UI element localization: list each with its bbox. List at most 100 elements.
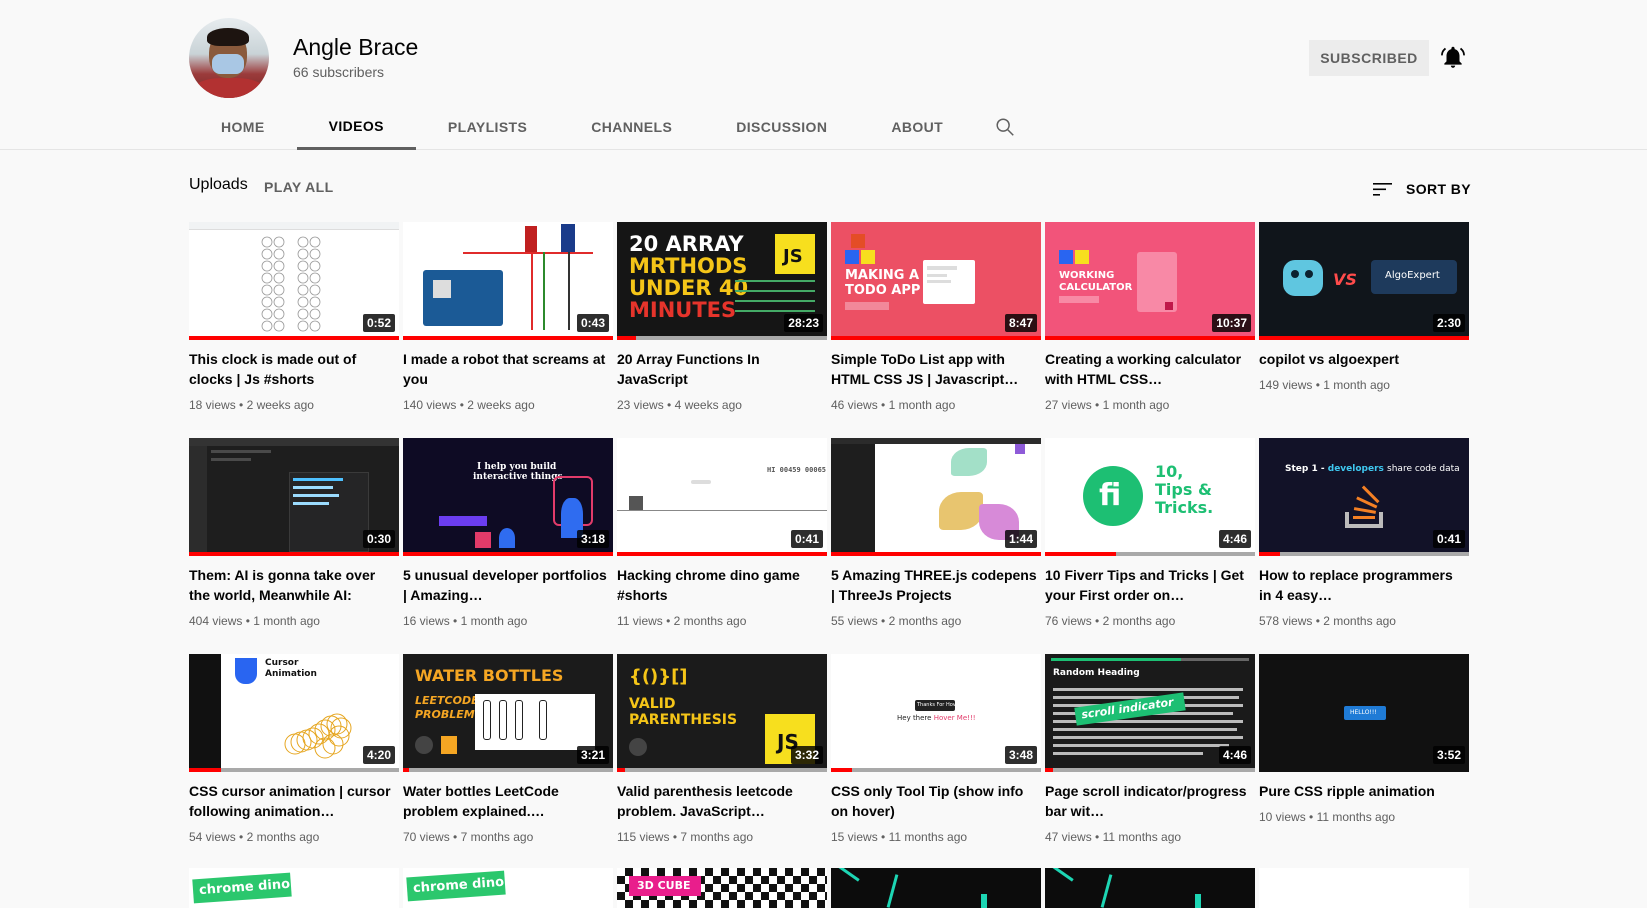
- video-duration: 3:32: [790, 746, 823, 764]
- video-meta: 10 views • 11 months ago: [1259, 810, 1396, 824]
- video-thumbnail[interactable]: [1259, 868, 1469, 908]
- video-thumbnail[interactable]: chrome dino: [403, 868, 613, 908]
- subscribed-button[interactable]: SUBSCRIBED: [1309, 40, 1429, 76]
- video-meta: 16 views • 1 month ago: [403, 614, 528, 628]
- video-thumbnail[interactable]: HI 00459 00065 0:41: [617, 438, 827, 556]
- video-card[interactable]: 20 ARRAY MRTHODS UNDER 40 MINUTES JS 28:…: [617, 222, 827, 428]
- video-duration: 3:18: [576, 530, 609, 548]
- video-card[interactable]: 1:44 5 Amazing THREE.js codepens | Three…: [831, 438, 1041, 644]
- video-card[interactable]: WORKING CALCULATOR 10:37 Creating a work…: [1045, 222, 1255, 428]
- tab-discussion[interactable]: DISCUSSION: [704, 104, 859, 150]
- video-title[interactable]: Them: AI is gonna take over the world, M…: [189, 565, 399, 605]
- notification-bell-icon[interactable]: [1440, 44, 1466, 70]
- video-thumbnail[interactable]: Cursor Animation 4:20: [189, 654, 399, 772]
- video-card[interactable]: Random Heading scroll indicator 4:46 Pag…: [1045, 654, 1255, 860]
- video-title[interactable]: 20 Array Functions In JavaScript: [617, 349, 827, 389]
- video-thumbnail[interactable]: [831, 868, 1041, 908]
- video-title[interactable]: Valid parenthesis leetcode problem. Java…: [617, 781, 827, 821]
- video-card[interactable]: Thanks For Hovering Hey there Hover Me!!…: [831, 654, 1041, 860]
- video-title[interactable]: I made a robot that screams at you: [403, 349, 613, 389]
- video-card[interactable]: 3D CUBE: [617, 868, 827, 908]
- video-card[interactable]: [1259, 868, 1469, 908]
- video-thumbnail[interactable]: fi 10, Tips & Tricks. 4:46: [1045, 438, 1255, 556]
- video-duration: 0:41: [1432, 530, 1465, 548]
- video-card[interactable]: WATER BOTTLES LEETCODE PROBLEM 3:21 Wate…: [403, 654, 613, 860]
- video-card[interactable]: [1045, 868, 1255, 908]
- video-title[interactable]: Hacking chrome dino game #shorts: [617, 565, 827, 605]
- video-card[interactable]: [831, 868, 1041, 908]
- video-title[interactable]: This clock is made out of clocks | Js #s…: [189, 349, 399, 389]
- video-card[interactable]: VS AlgoExpert 2:30 copilot vs algoexpert…: [1259, 222, 1469, 428]
- video-card[interactable]: 0:30 Them: AI is gonna take over the wor…: [189, 438, 399, 644]
- video-card[interactable]: Cursor Animation 4:20 CSS cursor animati…: [189, 654, 399, 860]
- video-duration: 8:47: [1004, 314, 1037, 332]
- video-thumbnail[interactable]: 3D CUBE: [617, 868, 827, 908]
- video-title[interactable]: Creating a working calculator with HTML …: [1045, 349, 1255, 389]
- video-thumbnail[interactable]: 0:30: [189, 438, 399, 556]
- play-all-button[interactable]: PLAY ALL: [264, 179, 334, 195]
- video-meta: 46 views • 1 month ago: [831, 398, 956, 412]
- video-title[interactable]: How to replace programmers in 4 easy…: [1259, 565, 1469, 605]
- video-thumbnail[interactable]: MAKING A TODO APP 8:47: [831, 222, 1041, 340]
- video-title[interactable]: 5 Amazing THREE.js codepens | ThreeJs Pr…: [831, 565, 1041, 605]
- video-thumbnail[interactable]: 0:43: [403, 222, 613, 340]
- video-card[interactable]: chrome dino: [189, 868, 399, 908]
- video-title[interactable]: Page scroll indicator/progress bar wit…: [1045, 781, 1255, 821]
- video-thumbnail[interactable]: [1045, 868, 1255, 908]
- video-title[interactable]: Water bottles LeetCode problem explained…: [403, 781, 613, 821]
- video-card[interactable]: HI 00459 00065 0:41 Hacking chrome dino …: [617, 438, 827, 644]
- video-title[interactable]: CSS only Tool Tip (show info on hover): [831, 781, 1041, 821]
- channel-avatar[interactable]: [189, 18, 269, 98]
- video-thumbnail[interactable]: 1:44: [831, 438, 1041, 556]
- video-meta: 18 views • 2 weeks ago: [189, 398, 314, 412]
- video-duration: 3:52: [1432, 746, 1465, 764]
- video-thumbnail[interactable]: {()}[] VALID PARENTHESIS JS 3:32: [617, 654, 827, 772]
- video-duration: 0:52: [362, 314, 395, 332]
- video-card[interactable]: Step 1 - developers share code data 0:41…: [1259, 438, 1469, 644]
- video-card[interactable]: chrome dino: [403, 868, 613, 908]
- video-thumbnail[interactable]: WORKING CALCULATOR 10:37: [1045, 222, 1255, 340]
- video-card[interactable]: I help you build interactive things 3:18…: [403, 438, 613, 644]
- video-title[interactable]: CSS cursor animation | cursor following …: [189, 781, 399, 821]
- video-duration: 3:21: [576, 746, 609, 764]
- tab-channels[interactable]: CHANNELS: [559, 104, 704, 150]
- video-title[interactable]: 5 unusual developer portfolios | Amazing…: [403, 565, 613, 605]
- video-card[interactable]: fi 10, Tips & Tricks. 4:46 10 Fiverr Tip…: [1045, 438, 1255, 644]
- channel-search-icon[interactable]: [975, 104, 1035, 150]
- video-card[interactable]: 0:52 This clock is made out of clocks | …: [189, 222, 399, 428]
- video-row: Cursor Animation 4:20 CSS cursor animati…: [189, 654, 1471, 860]
- video-card[interactable]: 0:43 I made a robot that screams at you …: [403, 222, 613, 428]
- video-thumbnail[interactable]: VS AlgoExpert 2:30: [1259, 222, 1469, 340]
- video-title[interactable]: Simple ToDo List app with HTML CSS JS | …: [831, 349, 1041, 389]
- video-title[interactable]: 10 Fiverr Tips and Tricks | Get your Fir…: [1045, 565, 1255, 605]
- uploads-title: Uploads: [189, 176, 248, 193]
- video-duration: 3:48: [1004, 746, 1037, 764]
- sort-icon: [1372, 183, 1392, 196]
- video-title[interactable]: copilot vs algoexpert: [1259, 349, 1469, 369]
- tab-playlists[interactable]: PLAYLISTS: [416, 104, 559, 150]
- video-thumbnail[interactable]: Step 1 - developers share code data 0:41: [1259, 438, 1469, 556]
- video-thumbnail[interactable]: Thanks For Hovering Hey there Hover Me!!…: [831, 654, 1041, 772]
- video-thumbnail[interactable]: chrome dino: [189, 868, 399, 908]
- video-thumbnail[interactable]: Random Heading scroll indicator 4:46: [1045, 654, 1255, 772]
- video-meta: 578 views • 2 months ago: [1259, 614, 1396, 628]
- video-title[interactable]: Pure CSS ripple animation: [1259, 781, 1469, 801]
- video-duration: 0:41: [790, 530, 823, 548]
- sort-by-button[interactable]: SORT BY: [1372, 174, 1471, 204]
- video-meta: 54 views • 2 months ago: [189, 830, 320, 844]
- video-duration: 28:23: [784, 314, 823, 332]
- video-duration: 0:30: [362, 530, 395, 548]
- video-card[interactable]: HELLO!!! 3:52 Pure CSS ripple animation …: [1259, 654, 1469, 860]
- video-duration: 10:37: [1212, 314, 1251, 332]
- video-row: 0:30 Them: AI is gonna take over the wor…: [189, 438, 1471, 644]
- video-thumbnail[interactable]: HELLO!!! 3:52: [1259, 654, 1469, 772]
- tab-about[interactable]: ABOUT: [859, 104, 975, 150]
- tab-home[interactable]: HOME: [189, 104, 297, 150]
- tab-videos[interactable]: VIDEOS: [296, 104, 416, 150]
- video-thumbnail[interactable]: 0:52: [189, 222, 399, 340]
- video-thumbnail[interactable]: 20 ARRAY MRTHODS UNDER 40 MINUTES JS 28:…: [617, 222, 827, 340]
- video-thumbnail[interactable]: WATER BOTTLES LEETCODE PROBLEM 3:21: [403, 654, 613, 772]
- video-card[interactable]: MAKING A TODO APP 8:47 Simple ToDo List …: [831, 222, 1041, 428]
- video-thumbnail[interactable]: I help you build interactive things 3:18: [403, 438, 613, 556]
- video-card[interactable]: {()}[] VALID PARENTHESIS JS 3:32 Valid p…: [617, 654, 827, 860]
